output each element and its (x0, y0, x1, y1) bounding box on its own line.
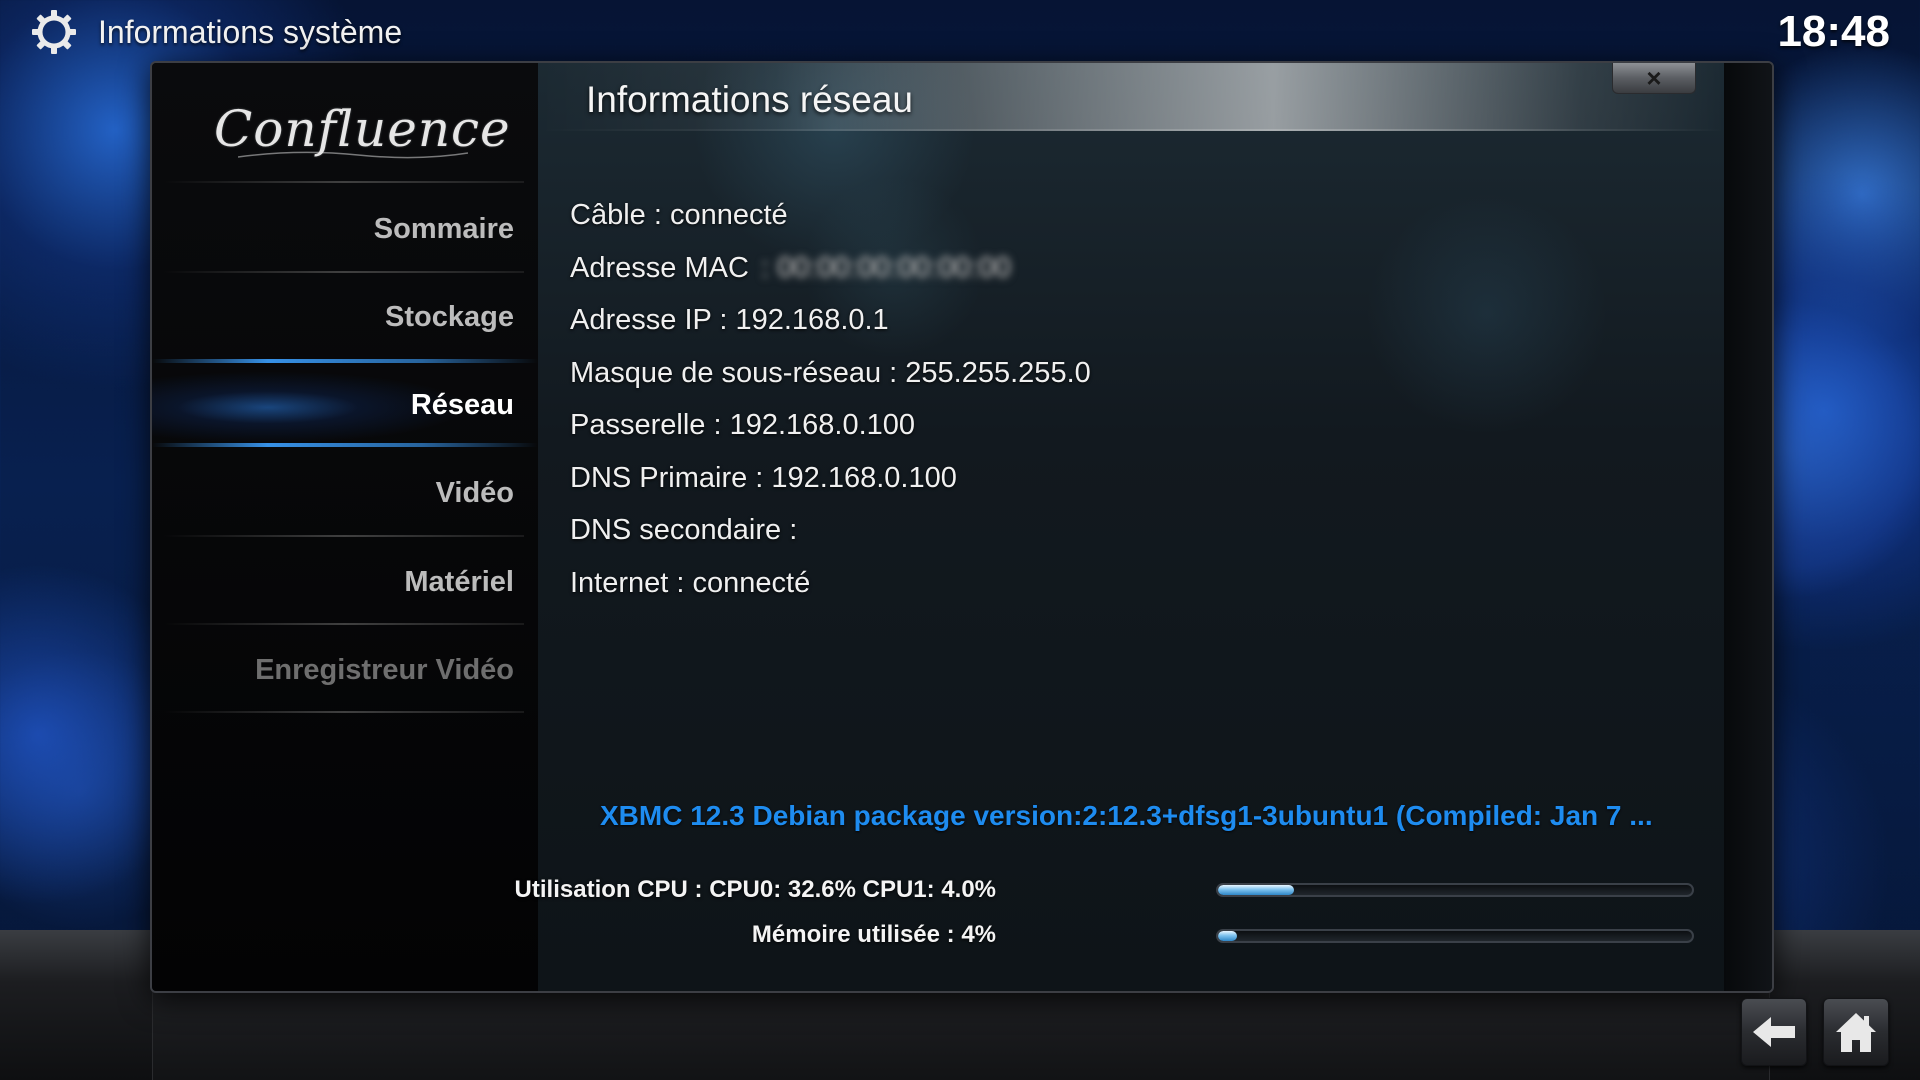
info-dns-secondary: DNS secondaire : (570, 514, 798, 546)
info-mac: Adresse MAC : 00:00:00:00:00:00 (570, 248, 1011, 288)
memory-usage-fill (1218, 931, 1237, 941)
cpu-usage-fill (1218, 885, 1294, 895)
home-button[interactable] (1823, 998, 1889, 1066)
cpu-usage-label: Utilisation CPU : CPU0: 32.6% CPU1: 4.0% (514, 876, 996, 903)
dialog-title: Informations réseau (586, 79, 914, 120)
dialog-right-edge (1724, 63, 1772, 991)
sidebar-separator (164, 181, 524, 183)
gear-icon (32, 10, 76, 54)
home-icon (1836, 1013, 1876, 1052)
info-gateway: Passerelle : 192.168.0.100 (570, 409, 916, 441)
sidebar: Confluence Sommaire Stockage Réseau Vidé… (152, 63, 665, 991)
back-arrow-icon (1753, 1017, 1795, 1047)
sidebar-item-stockage[interactable]: Stockage (152, 273, 538, 361)
mac-label: Adresse MAC (570, 252, 749, 284)
sidebar-separator (164, 623, 524, 625)
sidebar-separator (164, 711, 524, 713)
bottom-panel (152, 992, 1770, 1080)
close-icon: × (1646, 63, 1662, 93)
sidebar-item-materiel[interactable]: Matériel (152, 538, 538, 626)
sidebar-item-video[interactable]: Vidéo (152, 449, 538, 537)
info-cable: Câble : connecté (570, 199, 788, 231)
window-title: Informations système (98, 14, 403, 50)
system-info-dialog: Confluence Sommaire Stockage Réseau Vidé… (150, 61, 1774, 993)
info-netmask: Masque de sous-réseau : 255.255.255.0 (570, 357, 1091, 389)
sidebar-item-sommaire[interactable]: Sommaire (152, 185, 538, 273)
sidebar-item-enregistreur-video: Enregistreur Vidéo (255, 654, 514, 686)
sidebar-separator (164, 535, 524, 537)
info-internet: Internet : connecté (570, 567, 811, 599)
back-button[interactable] (1741, 998, 1807, 1066)
memory-usage-label: Mémoire utilisée : 4% (751, 921, 996, 948)
cpu-usage-bar (1216, 883, 1694, 897)
sidebar-item-reseau[interactable]: Réseau (152, 361, 538, 449)
info-ip: Adresse IP : 192.168.0.1 (570, 304, 889, 336)
mac-value-blurred: : 00:00:00:00:00:00 (760, 252, 1011, 284)
version-string: XBMC 12.3 Debian package version:2:12.3+… (600, 800, 1653, 831)
memory-usage-bar (1216, 929, 1694, 943)
close-button[interactable]: × (1612, 63, 1696, 94)
info-dns-primary: DNS Primaire : 192.168.0.100 (570, 462, 957, 494)
clock: 18:48 (1777, 7, 1890, 56)
logo-swash (238, 151, 468, 159)
